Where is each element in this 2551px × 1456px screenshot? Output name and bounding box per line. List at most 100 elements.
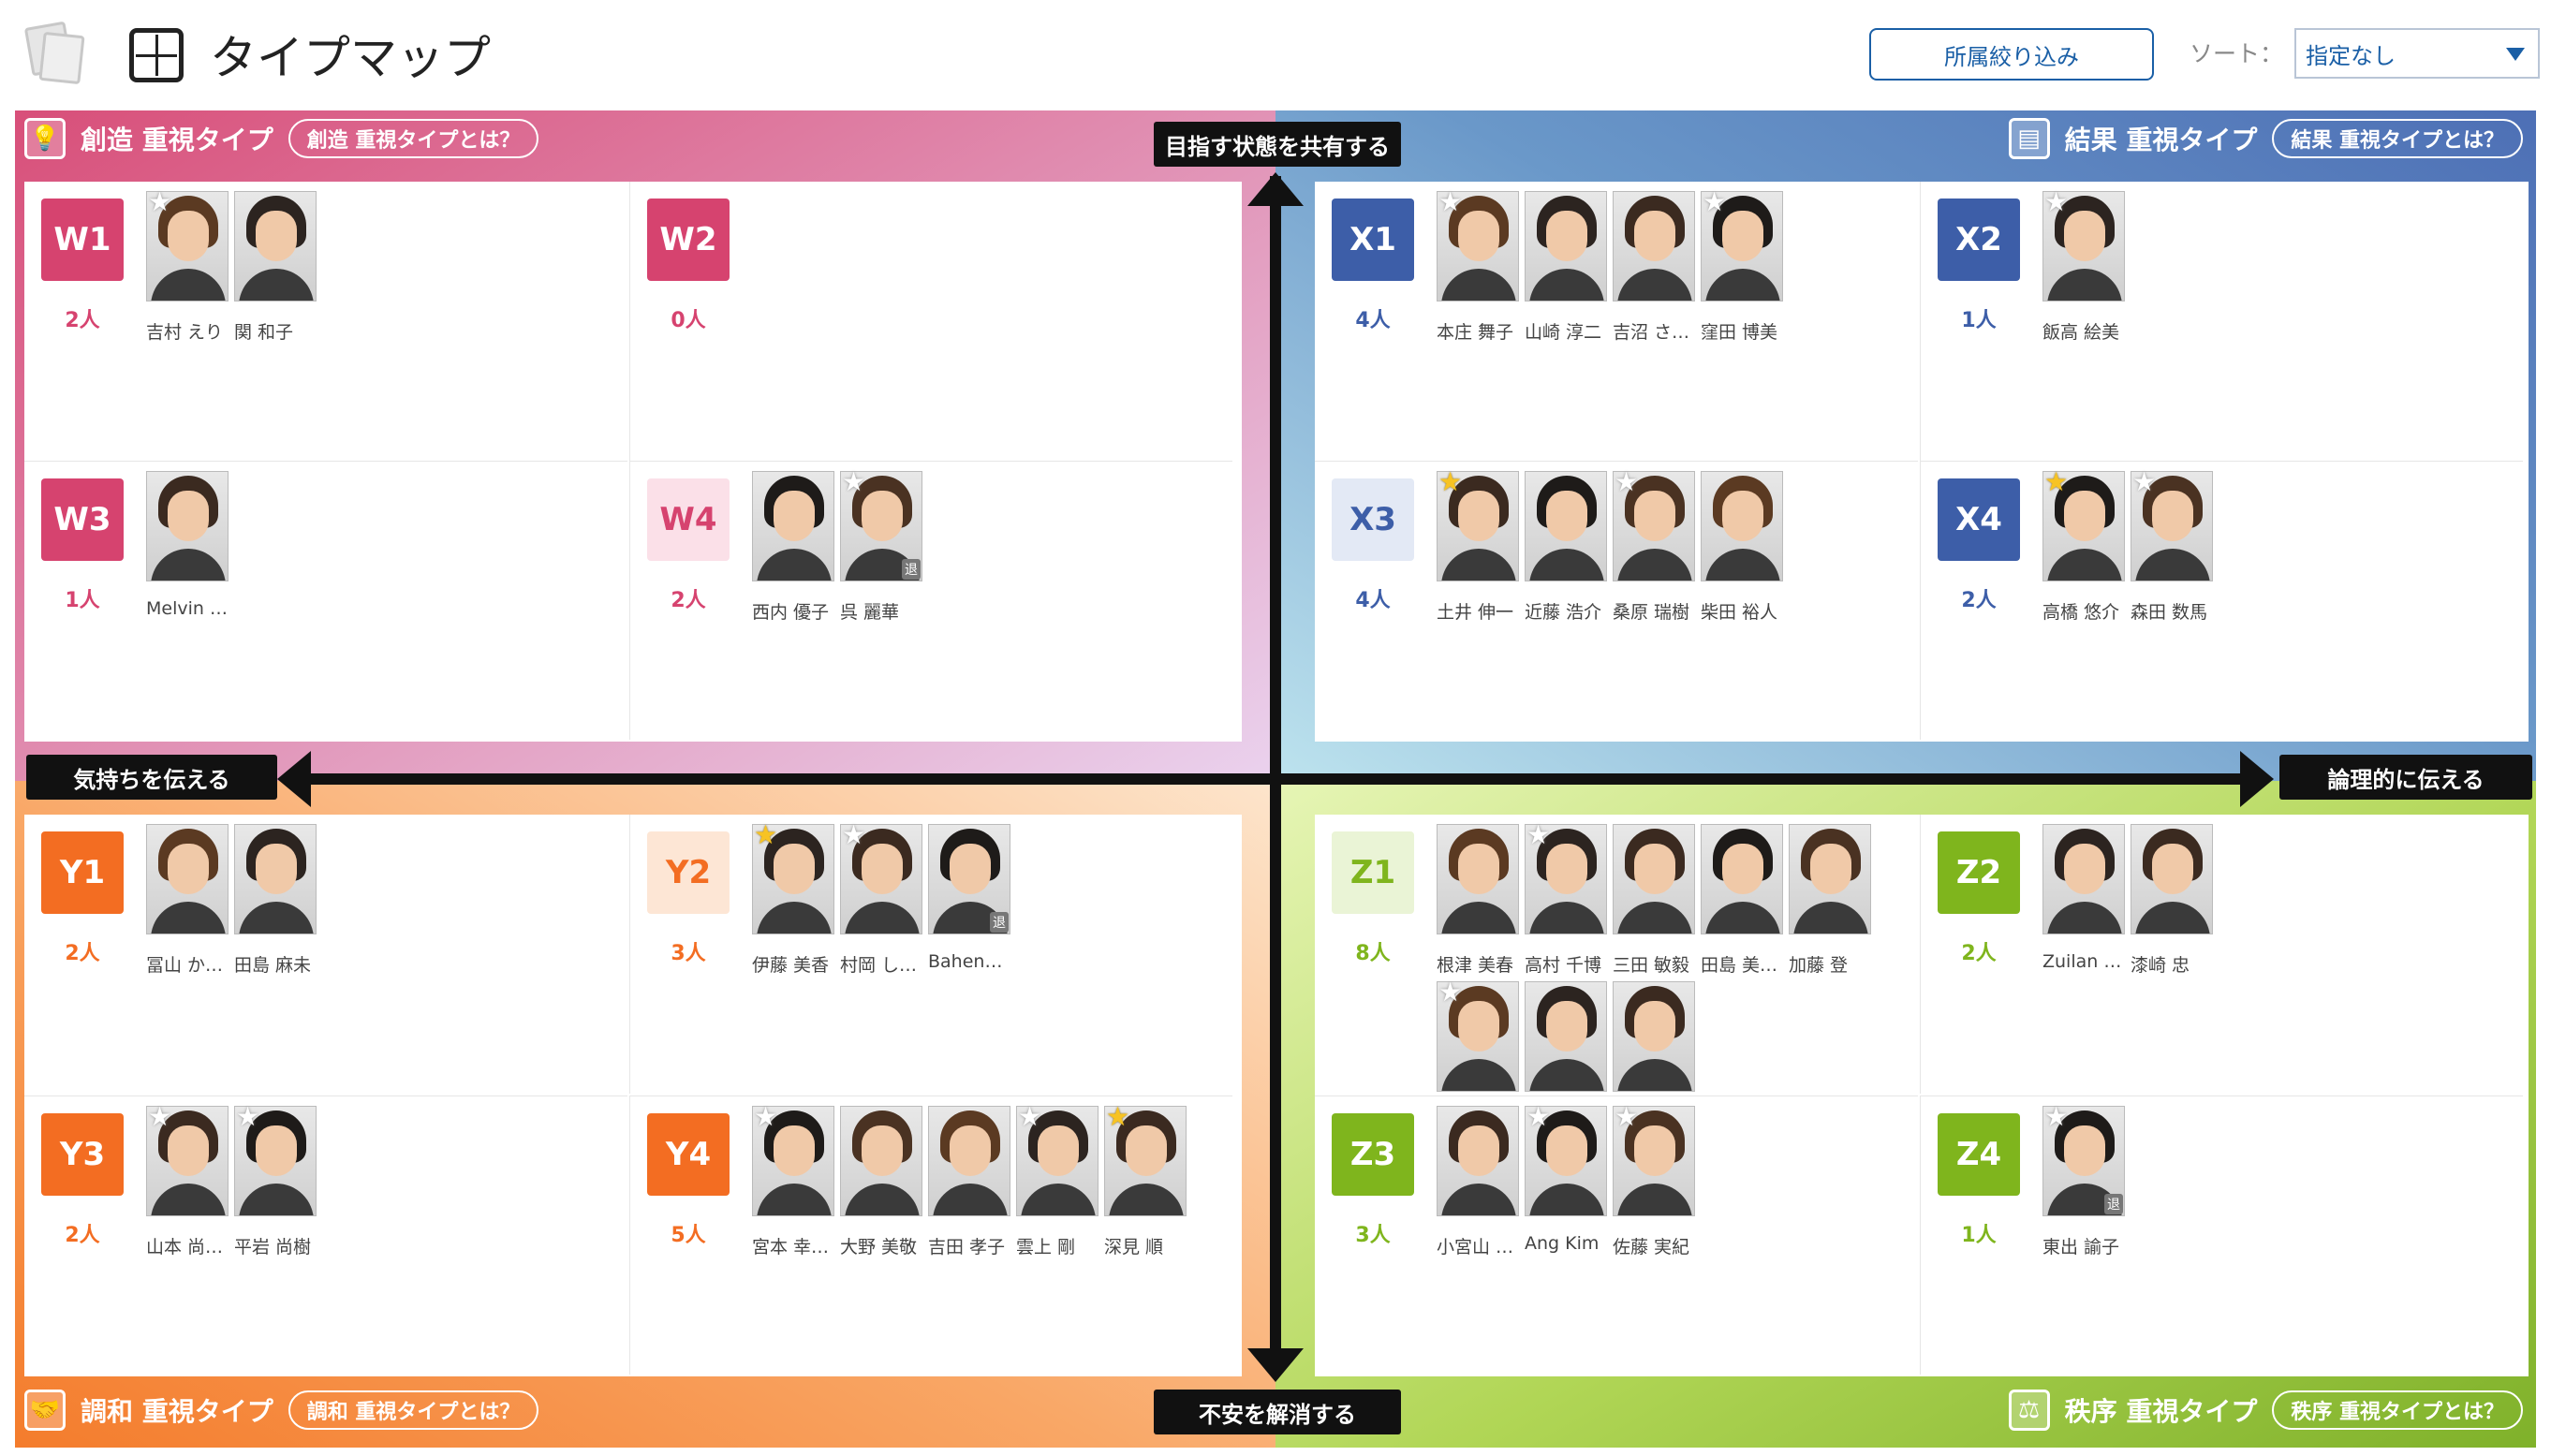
avatar xyxy=(1613,824,1695,934)
about-order-button[interactable]: 秩序 重視タイプとは？ xyxy=(2272,1390,2523,1430)
type-badge[interactable]: X1 xyxy=(1332,199,1414,281)
member-card[interactable]: ★ 飯高 絵美 xyxy=(2042,189,2125,360)
quadrant-harmony: Y1 2人 冨山 か… 田島 麻未 Y2 3人 ★ 伊藤 美香 ★ 村岡 し… 退 Bahen… Y… xyxy=(15,781,1276,1448)
member-name: 雲上 剛 xyxy=(1016,1237,1076,1257)
cell-y1: Y1 2人 冨山 か… 田島 麻未 xyxy=(24,815,627,1094)
type-badge[interactable]: W2 xyxy=(647,199,730,281)
avatar xyxy=(1701,471,1783,581)
member-count: 1人 xyxy=(65,589,100,612)
member-card[interactable]: ★ 桑原 瑞樹 xyxy=(1613,469,1695,640)
type-badge[interactable]: X4 xyxy=(1938,478,2020,561)
member-card[interactable]: ★ 平岩 尚樹 xyxy=(234,1104,317,1274)
about-creative-button[interactable]: 創造 重視タイプとは？ xyxy=(288,119,539,158)
filter-button[interactable]: 所属絞り込み xyxy=(1869,28,2154,81)
member-card[interactable]: 加藤 登 xyxy=(1789,824,1871,993)
member-card[interactable]: 退 Bahen… xyxy=(928,824,1010,993)
member-card[interactable]: ★ 吉村 えり xyxy=(146,189,229,360)
member-count: 2人 xyxy=(671,589,706,612)
member-name: 窪田 博美 xyxy=(1701,322,1778,343)
avatar xyxy=(234,824,317,934)
member-card[interactable]: ★ 退東出 諭子 xyxy=(2042,1104,2125,1274)
star-icon: ★ xyxy=(1438,977,1463,1007)
star-icon: ★ xyxy=(754,1101,778,1132)
quadrant-title-harmony: 🤝 調和 重視タイプ 調和 重視タイプとは？ xyxy=(24,1390,539,1431)
retired-badge: 退 xyxy=(2104,1194,2123,1214)
member-card[interactable]: ★ 村岡 し… xyxy=(840,822,922,993)
retired-badge: 退 xyxy=(902,559,921,580)
arrow-up-icon xyxy=(1247,172,1304,206)
member-card[interactable]: ★ 佐藤 実紀 xyxy=(1613,1104,1695,1274)
member-name: 佐藤 実紀 xyxy=(1613,1237,1690,1257)
member-card[interactable]: 関 和子 xyxy=(234,191,317,360)
member-card[interactable]: ★ 山本 尚… xyxy=(146,1104,229,1274)
member-card[interactable]: ★ Ang Kim xyxy=(1525,1104,1607,1274)
member-card[interactable]: ★ 高村 千博 xyxy=(1525,822,1607,993)
type-badge[interactable]: Y4 xyxy=(647,1113,730,1196)
member-card[interactable]: Melvin … xyxy=(146,471,229,640)
member-card[interactable]: ★ 深見 順 xyxy=(1104,1104,1187,1274)
about-result-button[interactable]: 結果 重視タイプとは？ xyxy=(2272,119,2523,158)
type-badge[interactable]: Z1 xyxy=(1332,831,1414,914)
avatar xyxy=(1613,981,1695,1092)
member-card[interactable]: 吉田 孝子 xyxy=(928,1106,1010,1274)
axis-label-right: 論理的に伝える xyxy=(2279,755,2532,800)
member-count: 4人 xyxy=(1355,309,1391,332)
member-card[interactable]: ★ 宮本 幸… xyxy=(752,1101,834,1274)
member-card[interactable]: 柴田 裕人 xyxy=(1701,471,1783,640)
member-card[interactable]: ★ 退呉 麗華 xyxy=(840,469,922,640)
member-card[interactable]: 吉沼 さ… xyxy=(1613,191,1695,360)
member-name: 村岡 し… xyxy=(840,955,918,976)
member-name: 宮本 幸… xyxy=(752,1237,830,1257)
about-harmony-button[interactable]: 調和 重視タイプとは？ xyxy=(288,1390,539,1430)
cell-w2: W2 0人 xyxy=(629,182,1232,461)
member-card[interactable] xyxy=(1613,981,1695,1092)
type-badge[interactable]: Z3 xyxy=(1332,1113,1414,1196)
cell-z4: Z4 1人 ★ 退東出 諭子 xyxy=(1920,1096,2523,1375)
member-card[interactable]: 大野 美敬 xyxy=(840,1106,922,1274)
member-count: 8人 xyxy=(1355,942,1391,965)
type-badge[interactable]: Y2 xyxy=(647,831,730,914)
type-badge[interactable]: W3 xyxy=(41,478,124,561)
member-card[interactable]: 山崎 淳二 xyxy=(1525,191,1607,360)
member-card[interactable]: ★ 雲上 剛 xyxy=(1016,1104,1099,1274)
member-card[interactable]: ★ 高橋 悠介 xyxy=(2042,469,2125,640)
member-card[interactable]: 近藤 浩介 xyxy=(1525,471,1607,640)
type-badge[interactable]: Z4 xyxy=(1938,1113,2020,1196)
type-badge[interactable]: Y3 xyxy=(41,1113,124,1196)
member-card[interactable]: 田島 麻未 xyxy=(234,824,317,993)
type-badge[interactable]: X3 xyxy=(1332,478,1414,561)
type-badge[interactable]: Z2 xyxy=(1938,831,2020,914)
member-name: 柴田 裕人 xyxy=(1701,602,1778,623)
member-name: 高村 千博 xyxy=(1525,955,1602,976)
member-name: 東出 諭子 xyxy=(2042,1237,2120,1257)
member-card[interactable]: Zuilan … xyxy=(2042,824,2125,993)
member-card[interactable]: ★ 窪田 博美 xyxy=(1701,189,1783,360)
member-card[interactable]: 小宮山 … xyxy=(1437,1106,1519,1274)
member-card[interactable]: 西内 優子 xyxy=(752,471,834,640)
app-logo[interactable] xyxy=(23,19,86,90)
member-name: 近藤 浩介 xyxy=(1525,602,1602,623)
cell-x4: X4 2人 ★ 高橋 悠介 ★ 森田 数馬 xyxy=(1920,461,2523,740)
member-name: 漆崎 忠 xyxy=(2131,955,2190,976)
member-card[interactable]: 田島 美… xyxy=(1701,824,1783,993)
member-card[interactable] xyxy=(1525,981,1607,1092)
member-card[interactable]: 根津 美春 xyxy=(1437,824,1519,993)
member-name: 田島 麻未 xyxy=(234,955,312,976)
type-badge[interactable]: Y1 xyxy=(41,831,124,914)
member-card[interactable]: ★ 土井 伸一 xyxy=(1437,469,1519,640)
cell-w4: W4 2人 西内 優子 ★ 退呉 麗華 xyxy=(629,461,1232,740)
member-list: 西内 優子 ★ 退呉 麗華 xyxy=(752,469,1230,640)
type-badge[interactable]: W4 xyxy=(647,478,730,561)
member-card[interactable]: 漆崎 忠 xyxy=(2131,824,2213,993)
member-card[interactable]: 冨山 か… xyxy=(146,824,229,993)
member-name: 山崎 淳二 xyxy=(1525,322,1602,343)
type-badge[interactable]: X2 xyxy=(1938,199,2020,281)
member-card[interactable]: ★ xyxy=(1437,977,1519,1092)
member-name: 飯高 絵美 xyxy=(2042,322,2120,343)
member-card[interactable]: 三田 敏毅 xyxy=(1613,824,1695,993)
type-badge[interactable]: W1 xyxy=(41,199,124,281)
member-card[interactable]: ★ 本庄 舞子 xyxy=(1437,189,1519,360)
sort-select[interactable]: 指定なし xyxy=(2294,28,2540,79)
member-card[interactable]: ★ 伊藤 美香 xyxy=(752,822,834,993)
member-card[interactable]: ★ 森田 数馬 xyxy=(2131,469,2213,640)
